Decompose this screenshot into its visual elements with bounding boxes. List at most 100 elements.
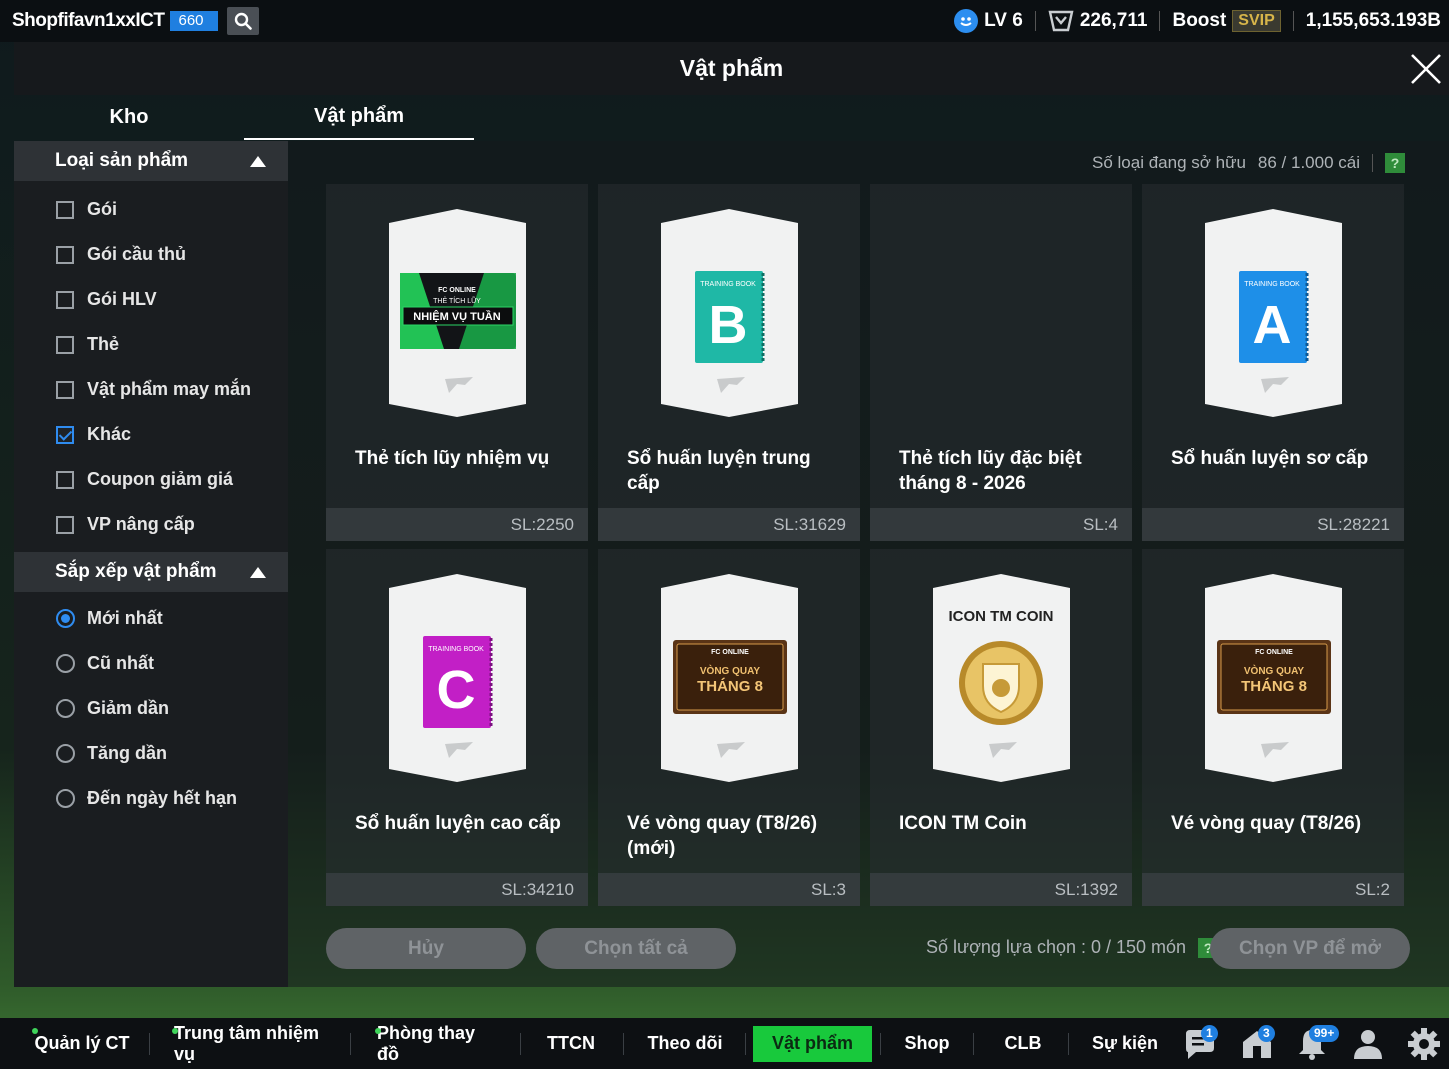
training-book-b-image: TRAINING BOOK B bbox=[661, 209, 798, 417]
sort-descending[interactable]: Giảm dần bbox=[14, 686, 288, 731]
filter-the[interactable]: Thẻ bbox=[14, 322, 288, 367]
item-quantity: SL:2250 bbox=[326, 508, 588, 541]
boost-label: Boost bbox=[1172, 10, 1227, 31]
training-book-a-image: TRAINING BOOK A bbox=[1205, 209, 1342, 417]
item-card[interactable]: ICON TM COIN ICON TM Coin SL:1392 bbox=[870, 549, 1132, 906]
item-card[interactable]: TRAINING BOOK B Sổ huấn luyện trung cấp … bbox=[598, 184, 860, 541]
close-icon[interactable] bbox=[1407, 50, 1445, 88]
checkbox-checked[interactable] bbox=[56, 425, 74, 444]
filter-coupon[interactable]: Coupon giảm giá bbox=[14, 457, 288, 502]
nav-label: Trung tâm nhiệm vụ bbox=[174, 1022, 320, 1064]
help-button[interactable]: ? bbox=[1385, 153, 1405, 173]
checkbox[interactable] bbox=[56, 380, 74, 399]
item-card[interactable]: Thẻ tích lũy đặc biệt tháng 8 - 2026 SL:… bbox=[870, 184, 1132, 541]
nav-label: Sự kiện bbox=[1091, 1033, 1159, 1053]
nav-quan-ly-ct[interactable]: Quản lý CT bbox=[32, 1026, 130, 1062]
search-button[interactable] bbox=[227, 7, 260, 35]
filter-goi[interactable]: Gói bbox=[14, 187, 288, 232]
filter-goi-cau-thu[interactable]: Gói cầu thủ bbox=[14, 232, 288, 277]
sort-label: Đến ngày hết hạn bbox=[87, 788, 238, 808]
training-book-c-image: TRAINING BOOK C bbox=[389, 574, 526, 782]
tab-kho[interactable]: Kho bbox=[14, 95, 244, 140]
item-card[interactable]: FC ONLINE VÒNG QUAY THÁNG 8 Vé vòng quay… bbox=[1142, 549, 1404, 906]
radio[interactable] bbox=[56, 654, 75, 673]
checkbox[interactable] bbox=[56, 200, 74, 219]
item-name: Thẻ tích lũy đặc biệt tháng 8 - 2026 bbox=[899, 448, 1082, 494]
item-quantity: SL:28221 bbox=[1142, 508, 1404, 541]
item-card[interactable]: FC ONLINE VÒNG QUAY THÁNG 8 Vé vòng quay… bbox=[598, 549, 860, 906]
select-all-button[interactable]: Chọn tất cả bbox=[536, 928, 736, 969]
chat-badge: 1 bbox=[1201, 1025, 1218, 1042]
filter-goi-hlv[interactable]: Gói HLV bbox=[14, 277, 288, 322]
checkbox[interactable] bbox=[56, 290, 74, 309]
filter-vat-pham-may-man[interactable]: Vật phẩm may mắn bbox=[14, 367, 288, 412]
checkbox[interactable] bbox=[56, 245, 74, 264]
item-name: Sổ huấn luyện trung cấp bbox=[627, 448, 811, 494]
open-items-button[interactable]: Chọn VP để mở bbox=[1210, 928, 1410, 969]
checkbox[interactable] bbox=[56, 515, 74, 534]
gear-icon[interactable] bbox=[1406, 1026, 1442, 1062]
art-text: B bbox=[709, 295, 748, 355]
radio[interactable] bbox=[56, 744, 75, 763]
art-text: TRAINING BOOK bbox=[428, 646, 484, 653]
filter-label: Gói HLV bbox=[87, 289, 157, 309]
fc-points-icon bbox=[1048, 10, 1074, 32]
filter-sidebar: Loại sản phẩm Gói Gói cầu thủ Gói HLV Th… bbox=[14, 141, 288, 987]
nav-su-kien[interactable]: Sự kiện bbox=[1090, 1026, 1160, 1062]
sort-ascending[interactable]: Tăng dần bbox=[14, 731, 288, 776]
filter-vp-nang-cap[interactable]: VP nâng cấp bbox=[14, 502, 288, 547]
spin-ticket-image: FC ONLINE VÒNG QUAY THÁNG 8 bbox=[661, 574, 798, 782]
nav-label: CLB bbox=[1004, 1033, 1042, 1053]
item-grid: FC ONLINE THẺ TÍCH LŨY NHIỆM VỤ TUẦN Thẻ… bbox=[326, 184, 1404, 906]
filter-khac[interactable]: Khác bbox=[14, 412, 288, 457]
nav-clb[interactable]: CLB bbox=[995, 1026, 1051, 1062]
art-text: THÁNG 8 bbox=[1241, 678, 1307, 695]
checkbox[interactable] bbox=[56, 470, 74, 489]
checkbox[interactable] bbox=[56, 335, 74, 354]
home-badge: 3 bbox=[1258, 1025, 1275, 1042]
nav-ttcn[interactable]: TTCN bbox=[540, 1026, 602, 1062]
sort-header[interactable]: Sắp xếp vật phẩm bbox=[14, 552, 288, 592]
item-quantity: SL:31629 bbox=[598, 508, 860, 541]
radio[interactable] bbox=[56, 789, 75, 808]
nav-label: Phòng thay đồ bbox=[377, 1022, 475, 1064]
collapse-up-icon bbox=[250, 155, 266, 167]
profile-icon[interactable] bbox=[1350, 1026, 1386, 1062]
sort-expiry[interactable]: Đến ngày hết hạn bbox=[14, 776, 288, 821]
top-bar: Shopfifavn1xxICT 660 LV 6 226,711 Boost … bbox=[0, 0, 1449, 42]
item-card[interactable]: TRAINING BOOK A Sổ huấn luyện sơ cấp SL:… bbox=[1142, 184, 1404, 541]
tab-vat-pham[interactable]: Vật phẩm bbox=[244, 95, 474, 140]
collapse-up-icon bbox=[250, 566, 266, 578]
bell-badge: 99+ bbox=[1309, 1025, 1340, 1042]
notification-dot bbox=[172, 1027, 178, 1034]
item-name: Sổ huấn luyện cao cấp bbox=[355, 813, 561, 834]
cancel-button[interactable]: Hủy bbox=[326, 928, 526, 969]
item-card[interactable]: TRAINING BOOK C Sổ huấn luyện cao cấp SL… bbox=[326, 549, 588, 906]
notification-dot bbox=[375, 1027, 381, 1034]
item-card[interactable]: FC ONLINE THẺ TÍCH LŨY NHIỆM VỤ TUẦN Thẻ… bbox=[326, 184, 588, 541]
nav-theo-doi[interactable]: Theo dõi bbox=[645, 1026, 725, 1062]
radio-checked[interactable] bbox=[56, 609, 75, 628]
radio[interactable] bbox=[56, 699, 75, 718]
product-type-title: Loại sản phẩm bbox=[55, 150, 189, 171]
search-icon bbox=[235, 12, 253, 30]
selection-count: Số lượng lựa chọn : 0 / 150 món ? bbox=[926, 937, 1219, 958]
points-value: 226,711 bbox=[1079, 10, 1148, 31]
nav-label: Theo dõi bbox=[647, 1033, 723, 1053]
nav-phong-thay-do[interactable]: Phòng thay đồ bbox=[375, 1022, 493, 1064]
filter-label: Vật phẩm may mắn bbox=[87, 379, 252, 399]
art-text: FC ONLINE bbox=[438, 287, 476, 294]
filter-label: Thẻ bbox=[87, 334, 120, 354]
nav-vat-pham[interactable]: Vật phẩm bbox=[753, 1025, 872, 1062]
sort-title: Sắp xếp vật phẩm bbox=[55, 561, 217, 582]
notification-dot bbox=[32, 1027, 38, 1034]
nav-shop[interactable]: Shop bbox=[896, 1026, 958, 1062]
sort-newest[interactable]: Mới nhất bbox=[14, 596, 288, 641]
sort-label: Giảm dần bbox=[87, 698, 170, 718]
sort-oldest[interactable]: Cũ nhất bbox=[14, 641, 288, 686]
art-text: THẺ TÍCH LŨY bbox=[433, 296, 481, 305]
mission-card-image: FC ONLINE THẺ TÍCH LŨY NHIỆM VỤ TUẦN bbox=[389, 209, 526, 417]
nav-trung-tam-nhiem-vu[interactable]: Trung tâm nhiệm vụ bbox=[172, 1022, 330, 1064]
item-quantity: SL:2 bbox=[1142, 873, 1404, 906]
product-type-header[interactable]: Loại sản phẩm bbox=[14, 141, 288, 181]
